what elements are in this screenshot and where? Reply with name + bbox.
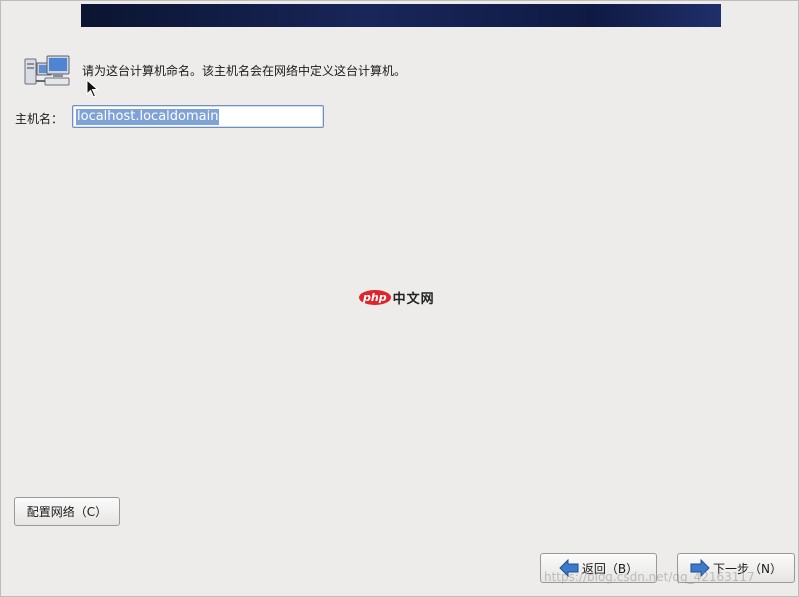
mouse-pointer-icon [86, 79, 99, 98]
hostname-input[interactable]: localhost.localdomain [72, 105, 324, 128]
logo-mark: php [359, 290, 391, 305]
configure-network-button[interactable]: 配置网络（C） [14, 497, 120, 526]
header-banner [81, 4, 721, 27]
hostname-value: localhost.localdomain [76, 109, 220, 125]
logo-text: 中文网 [392, 292, 435, 307]
network-computers-icon [24, 55, 70, 86]
php-cn-logo: php 中文网 [359, 288, 435, 307]
watermark: https://blog.csdn.net/qq_42163117 [544, 570, 755, 584]
intro-text: 请为这台计算机命名。该主机名会在网络中定义这台计算机。 [82, 64, 407, 78]
configure-network-label: 配置网络（C） [26, 505, 108, 519]
hostname-label: 主机名： [15, 112, 64, 126]
